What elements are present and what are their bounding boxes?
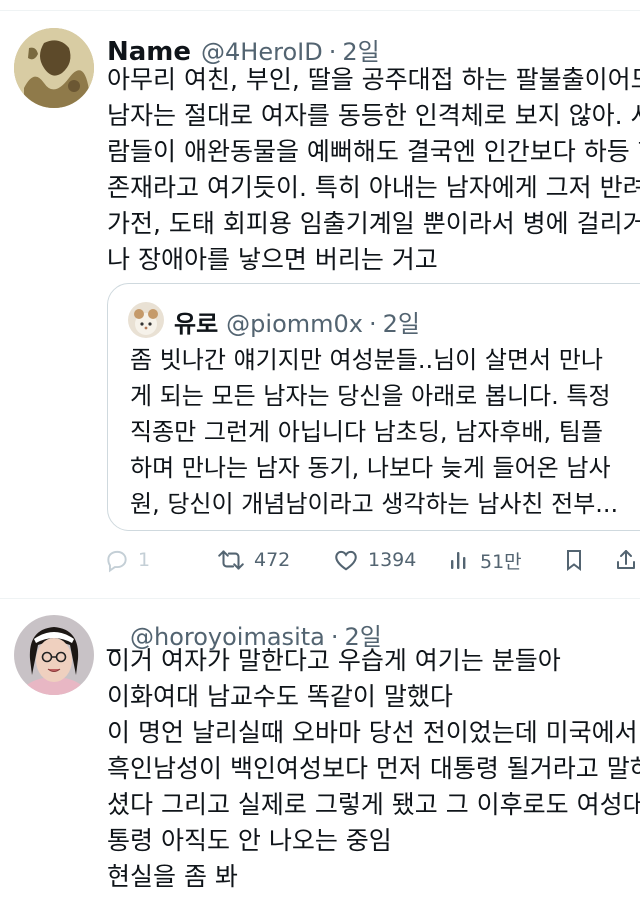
views-button[interactable]: 51만 <box>448 542 522 578</box>
quote-timestamp[interactable]: 2일 <box>383 304 420 339</box>
share-button[interactable] <box>614 542 638 578</box>
tweet-1[interactable]: Name @4HeroID · 2일 아무리 여친, 부인, 딸을 공주대접 하… <box>0 0 640 598</box>
separator-dot: · <box>369 310 377 338</box>
tweet-text-line: 나 장애아를 낳으면 버리는 거고 <box>107 245 438 274</box>
reply-icon <box>104 547 130 573</box>
quote-text-line: 하며 만나는 남자 동기, 나보다 늦게 들어온 남사 <box>130 454 611 482</box>
bookmark-button[interactable] <box>562 542 586 578</box>
tweet-text-line: 존재라고 여기듯이. 특히 아내는 남자에게 그저 반려 <box>107 173 640 202</box>
tweet-text: 아무리 여친, 부인, 딸을 공주대접 하는 팔불출이어도 남자는 절대로 여자… <box>107 62 640 278</box>
analytics-icon <box>448 547 472 573</box>
tweet-text-line: 남자는 절대로 여자를 동등한 인격체로 보지 않아. 사 <box>107 101 640 130</box>
quote-text-line: 원, 당신이 개념남이라고 생각하는 남사친 전부... <box>130 490 619 518</box>
tweet-text-line: 이화여대 남교수도 똑같이 말했다 <box>107 682 453 711</box>
tweet-text: 이거 여자가 말한다고 우습게 여기는 분들아 이화여대 남교수도 똑같이 말했… <box>107 643 640 895</box>
reply-button[interactable]: 1 <box>104 542 150 578</box>
quote-avatar[interactable] <box>128 302 164 338</box>
heart-icon <box>332 547 360 573</box>
like-count: 1394 <box>368 549 417 571</box>
tweet-text-line: 이거 여자가 말한다고 우습게 여기는 분들아 <box>107 646 561 675</box>
bookmark-icon <box>562 546 586 574</box>
tweet-2[interactable]: _ @horoyoimasita · 2일 이거 여자가 말한다고 우습게 여기… <box>0 599 640 900</box>
retweet-count: 472 <box>254 549 291 571</box>
tweet-text-line: 현실을 좀 봐 <box>107 862 238 891</box>
avatar[interactable] <box>14 28 94 108</box>
quote-text-line: 좀 빗나간 얘기지만 여성분들..님이 살면서 만나 <box>130 346 603 374</box>
tweet-text-line: 가전, 도태 회피용 임출기계일 뿐이라서 병에 걸리거 <box>107 209 640 238</box>
tweet-text-line: 통령 아직도 안 나오는 중임 <box>107 826 392 855</box>
quote-text-line: 직종만 그런게 아닙니다 남초딩, 남자후배, 팀플 <box>130 418 603 446</box>
quote-display-name[interactable]: 유로 <box>174 304 218 339</box>
avatar[interactable] <box>14 615 94 695</box>
reply-count: 1 <box>138 549 151 571</box>
tweet-text-line: 이 명언 날리실때 오바마 당선 전이었는데 미국에서 <box>107 718 638 747</box>
tweet-text-line: 셨다 그리고 실제로 그렇게 됐고 그 이후로도 여성대 <box>107 790 640 819</box>
views-count: 51만 <box>480 550 522 573</box>
retweet-button[interactable]: 472 <box>216 542 290 578</box>
like-button[interactable]: 1394 <box>332 542 416 578</box>
tweet-text-line: 아무리 여친, 부인, 딸을 공주대접 하는 팔불출이어도 <box>107 65 640 94</box>
quote-user-handle[interactable]: @piomm0x <box>226 310 363 338</box>
tweet-actions: 1 472 1394 51만 <box>104 542 640 578</box>
retweet-icon <box>216 547 246 573</box>
tweet-text-line: 흑인남성이 백인여성보다 먼저 대통령 될거라고 말하 <box>107 754 640 783</box>
quote-header: 유로 @piomm0x · 2일 <box>174 304 420 339</box>
quote-text: 좀 빗나간 얘기지만 여성분들..님이 살면서 만나 게 되는 모든 남자는 당… <box>130 342 618 522</box>
share-icon <box>614 546 638 574</box>
tweet-text-line: 람들이 애완동물을 예뻐해도 결국엔 인간보다 하등 한 <box>107 137 640 166</box>
quoted-tweet[interactable]: 유로 @piomm0x · 2일 좀 빗나간 얘기지만 여성분들..님이 살면서… <box>107 283 640 531</box>
quote-text-line: 게 되는 모든 남자는 당신을 아래로 봅니다. 특정 <box>130 382 611 410</box>
